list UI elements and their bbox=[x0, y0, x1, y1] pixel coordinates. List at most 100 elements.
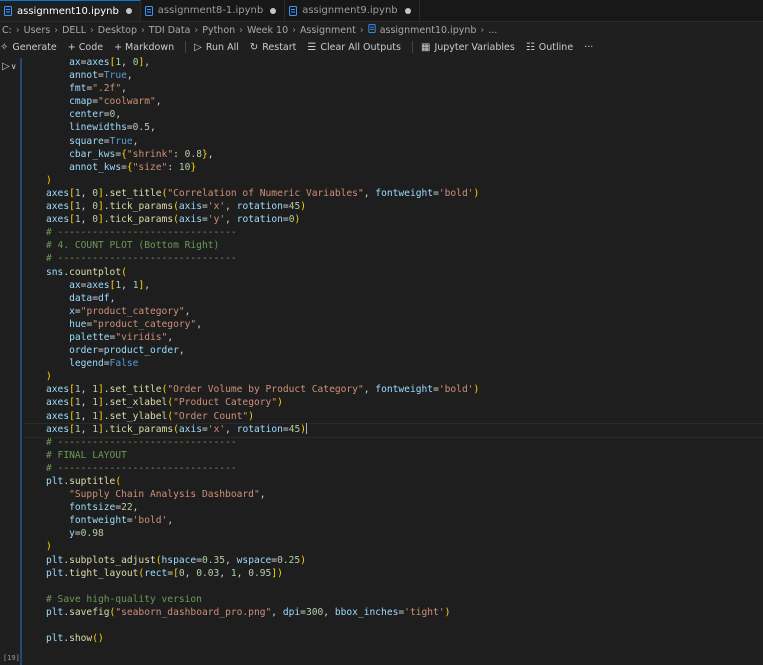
restart-button[interactable]: ↻ Restart bbox=[250, 42, 297, 53]
code-line[interactable]: # ------------------------------- bbox=[46, 462, 479, 475]
code-line[interactable]: plt.tight_layout(rect=[0, 0.03, 1, 0.95]… bbox=[46, 567, 479, 580]
more-actions-label: ··· bbox=[584, 41, 594, 53]
run-all-button[interactable]: ▷ Run All bbox=[194, 42, 239, 53]
code-line[interactable] bbox=[46, 580, 479, 593]
code-line[interactable]: "Supply Chain Analysis Dashboard", bbox=[46, 488, 479, 501]
generate-label: Generate bbox=[12, 41, 57, 53]
code-line[interactable]: plt.suptitle( bbox=[46, 475, 479, 488]
breadcrumb-item[interactable]: C: bbox=[2, 25, 12, 36]
code-line[interactable]: annot_kws={"size": 10} bbox=[46, 161, 479, 174]
chevron-right-icon: › bbox=[15, 24, 20, 36]
generate-button[interactable]: ✧ Generate bbox=[0, 42, 57, 53]
code-line[interactable]: plt.show() bbox=[46, 632, 479, 645]
code-line[interactable]: axes[1, 1].set_xlabel("Product Category"… bbox=[46, 396, 479, 409]
code-line[interactable]: ) bbox=[46, 174, 479, 187]
code-line[interactable]: # FINAL LAYOUT bbox=[46, 449, 479, 462]
code-line[interactable]: order=product_order, bbox=[46, 344, 479, 357]
code-line[interactable]: axes[1, 1].set_title("Order Volume by Pr… bbox=[46, 383, 479, 396]
more-actions-button[interactable]: ··· bbox=[584, 42, 593, 53]
code-line[interactable]: # Save high-quality version bbox=[46, 593, 479, 606]
code-line[interactable]: plt.subplots_adjust(hspace=0.35, wspace=… bbox=[46, 554, 479, 567]
code-line[interactable]: data=df, bbox=[46, 292, 479, 305]
code-cell-source[interactable]: ax=axes[1, 0], annot=True, fmt=".2f", cm… bbox=[46, 56, 479, 645]
jupyter-variables-label: Jupyter Variables bbox=[434, 41, 515, 53]
code-line[interactable]: axes[1, 1].set_ylabel("Order Count") bbox=[46, 410, 479, 423]
code-line[interactable]: hue="product_category", bbox=[46, 318, 479, 331]
run-all-label: Run All bbox=[205, 41, 239, 53]
code-line[interactable]: # ------------------------------- bbox=[46, 226, 479, 239]
breadcrumb-item[interactable]: TDI Data bbox=[149, 25, 191, 36]
text-cursor bbox=[306, 423, 308, 435]
code-line[interactable]: plt.savefig("seaborn_dashboard_pro.png",… bbox=[46, 606, 479, 619]
code-line[interactable]: linewidths=0.5, bbox=[46, 121, 479, 134]
toolbar-divider bbox=[185, 41, 187, 53]
restart-icon: ↻ bbox=[249, 41, 259, 53]
code-line[interactable]: center=0, bbox=[46, 108, 479, 121]
code-line[interactable]: ) bbox=[46, 370, 479, 383]
code-line[interactable]: axes[1, 0].set_title("Correlation of Num… bbox=[46, 187, 479, 200]
code-line[interactable]: fmt=".2f", bbox=[46, 82, 479, 95]
add-code-button[interactable]: + Code bbox=[68, 42, 103, 53]
breadcrumb-item[interactable]: Week 10 bbox=[247, 25, 288, 36]
code-line[interactable]: # ------------------------------- bbox=[46, 252, 479, 265]
run-options-chevron-icon: ∨ bbox=[10, 62, 17, 71]
run-cell-icon: ▷ bbox=[2, 61, 10, 72]
sparkle-icon: ✧ bbox=[0, 41, 9, 53]
code-line[interactable]: ax=axes[1, 0], bbox=[46, 56, 479, 69]
notebook-file-icon bbox=[289, 5, 298, 16]
code-line[interactable]: sns.countplot( bbox=[46, 266, 479, 279]
editor-tab-bar: assignment10.ipynb assignment8-1.ipynb a… bbox=[0, 0, 763, 22]
clear-all-icon: ☰ bbox=[307, 41, 317, 53]
code-line[interactable]: cmap="coolwarm", bbox=[46, 95, 479, 108]
cell-focus-indicator bbox=[20, 58, 22, 665]
add-code-label: + Code bbox=[67, 41, 104, 53]
code-line[interactable]: fontweight='bold', bbox=[46, 514, 479, 527]
chevron-right-icon: › bbox=[194, 24, 199, 36]
breadcrumb-item[interactable]: Users bbox=[24, 25, 51, 36]
code-line[interactable]: axes[1, 0].tick_params(axis='y', rotatio… bbox=[46, 213, 479, 226]
breadcrumb-item[interactable]: Desktop bbox=[98, 25, 137, 36]
chevron-right-icon: › bbox=[292, 24, 296, 36]
code-line[interactable]: annot=True, bbox=[46, 69, 479, 82]
notebook-toolbar: ✧ Generate + Code + Markdown ▷ Run All ↻… bbox=[0, 38, 763, 56]
code-line[interactable]: x="product_category", bbox=[46, 305, 479, 318]
clear-all-label: Clear All Outputs bbox=[320, 41, 401, 53]
code-line[interactable]: ax=axes[1, 1], bbox=[46, 279, 479, 292]
tab-assignment9[interactable]: assignment9.ipynb bbox=[285, 0, 420, 21]
code-line[interactable]: fontsize=22, bbox=[46, 501, 479, 514]
code-line[interactable]: legend=False bbox=[46, 357, 479, 370]
unsaved-dot-icon bbox=[404, 7, 411, 14]
chevron-right-icon: › bbox=[359, 24, 364, 36]
restart-label: Restart bbox=[262, 41, 297, 53]
breadcrumb-item[interactable]: assignment10.ipynb bbox=[380, 25, 477, 36]
code-line[interactable]: # ------------------------------- bbox=[46, 436, 479, 449]
code-line[interactable]: square=True, bbox=[46, 135, 479, 148]
jupyter-variables-button[interactable]: ▦ Jupyter Variables bbox=[421, 42, 515, 53]
breadcrumb-item[interactable]: ... bbox=[488, 25, 497, 36]
code-line[interactable]: y=0.98 bbox=[46, 527, 479, 540]
tab-assignment8-1[interactable]: assignment8-1.ipynb bbox=[141, 0, 286, 21]
run-cell-button[interactable]: ▷∨ bbox=[2, 61, 17, 72]
toolbar-divider bbox=[411, 41, 413, 53]
code-line[interactable]: palette="viridis", bbox=[46, 331, 479, 344]
variables-icon: ▦ bbox=[420, 41, 431, 53]
breadcrumb-item[interactable]: Python bbox=[202, 25, 235, 36]
notebook-file-icon bbox=[368, 24, 376, 36]
notebook-file-icon bbox=[4, 6, 12, 16]
breadcrumb-item[interactable]: DELL bbox=[62, 25, 86, 36]
chevron-right-icon: › bbox=[480, 24, 485, 36]
code-line[interactable]: ) bbox=[46, 540, 479, 553]
chevron-right-icon: › bbox=[140, 24, 145, 36]
code-line[interactable]: # 4. COUNT PLOT (Bottom Right) bbox=[46, 239, 479, 252]
code-line[interactable]: axes[1, 0].tick_params(axis='x', rotatio… bbox=[46, 200, 479, 213]
clear-all-outputs-button[interactable]: ☰ Clear All Outputs bbox=[307, 42, 401, 53]
breadcrumb-item[interactable]: Assignment bbox=[300, 25, 356, 36]
add-markdown-button[interactable]: + Markdown bbox=[114, 42, 174, 53]
unsaved-dot-icon bbox=[125, 8, 132, 14]
outline-button[interactable]: ☷ Outline bbox=[526, 42, 573, 53]
notebook-file-icon bbox=[144, 5, 153, 16]
code-line[interactable]: axes[1, 1].tick_params(axis='x', rotatio… bbox=[46, 423, 479, 436]
tab-assignment10[interactable]: assignment10.ipynb bbox=[0, 0, 141, 21]
code-line[interactable]: cbar_kws={"shrink": 0.8}, bbox=[46, 148, 479, 161]
code-line[interactable] bbox=[46, 619, 479, 632]
